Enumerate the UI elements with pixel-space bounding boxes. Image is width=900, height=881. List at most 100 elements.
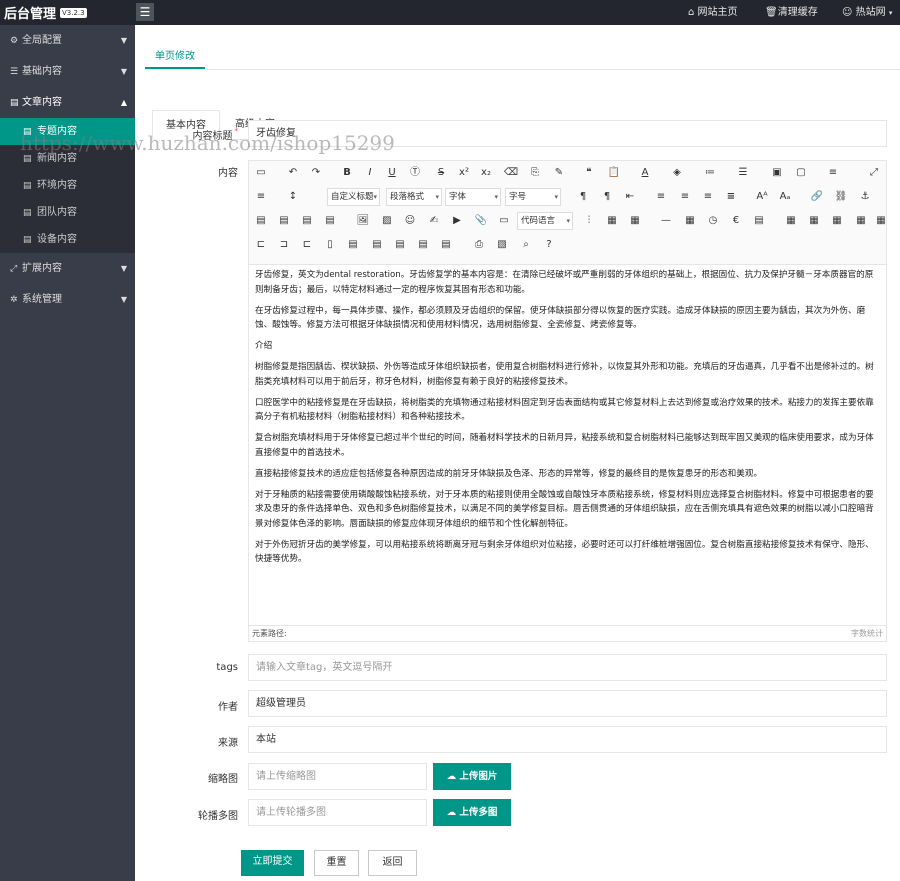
upload-gallery-button[interactable]: ☁ 上传多图 [433,799,511,826]
thumbnail-input[interactable]: 请上传缩略图 [248,763,427,790]
strikethrough-icon[interactable]: S [433,165,449,181]
line-height-icon[interactable]: ↕ [285,189,301,205]
table-props-icon[interactable]: ▤ [438,237,454,253]
user-menu[interactable]: ☺ 热站网 ▾ [842,0,892,25]
time-icon[interactable]: ◷ [705,213,721,229]
author-input[interactable]: 超级管理员 [248,690,887,717]
tags-input[interactable]: 请输入文章tag，英文逗号隔开 [248,654,887,681]
image-none-icon[interactable]: ▤ [253,213,269,229]
insert-col-icon[interactable]: ⊏ [253,237,269,253]
italic-icon[interactable]: I [362,165,378,181]
delete-table-icon[interactable]: ▦ [806,213,822,229]
insert-paragraph-before-table-icon[interactable]: ▦ [829,213,845,229]
delete-col-icon[interactable]: ⊐ [276,237,292,253]
insert-frame-icon[interactable]: ▭ [496,213,512,229]
sidebar-item-topic[interactable]: ▤ 专题内容 [0,118,135,145]
help-icon[interactable]: ? [541,237,557,253]
insert-video-icon[interactable]: ▶ [449,213,465,229]
split-cells-icon[interactable]: ▤ [369,237,385,253]
row-spacing-top-icon[interactable]: ≡ [253,189,269,205]
submit-button[interactable]: 立即提交 [241,850,304,876]
preview-icon[interactable]: ▧ [494,237,510,253]
scrawl-icon[interactable]: ✍ [426,213,442,229]
font-family-select[interactable]: 字体 ▾ [445,188,501,206]
date-icon[interactable]: ▦ [682,213,698,229]
lowercase-icon[interactable]: Aₐ [777,189,793,205]
unlink-icon[interactable]: ⛓ [833,189,849,205]
bold-icon[interactable]: B [339,165,355,181]
image-center-icon[interactable]: ▤ [322,213,338,229]
code-language-select[interactable]: 代码语言 ▾ [517,212,573,230]
sidebar-menu-system[interactable]: ✲ 系统管理 ▼ [0,284,135,315]
simple-upload-icon[interactable]: 🖼 [355,213,371,229]
reset-button[interactable]: 重置 [314,850,359,876]
special-chars-icon[interactable]: € [728,213,744,229]
emotion-icon[interactable]: ☺ [402,213,418,229]
background-color-icon[interactable]: ◈ [669,165,685,181]
fullscreen-icon[interactable]: ⤢ [866,165,882,181]
ordered-list-icon[interactable]: ≔ [702,165,718,181]
page-break-icon[interactable]: ⫶ [581,213,597,229]
ltr-icon[interactable]: ¶ [575,189,591,205]
clear-doc-icon[interactable]: ▢ [793,165,809,181]
merge-down-icon[interactable]: ▤ [345,237,361,253]
superscript-icon[interactable]: x² [456,165,472,181]
custom-title-select[interactable]: 自定义标题 ▾ [327,188,380,206]
search-replace-icon[interactable]: ⌕ [518,237,534,253]
delete-row-icon[interactable]: ▦ [876,213,886,229]
sidebar-item-device[interactable]: ▤ 设备内容 [0,226,135,253]
background-icon[interactable]: ▦ [627,213,643,229]
merge-cells-icon[interactable]: ⊏ [299,237,315,253]
home-link[interactable]: ⌂ 网站主页 [688,0,738,25]
insert-image-icon[interactable]: ▨ [379,213,395,229]
paragraph-format-select[interactable]: 段落格式 ▾ [386,188,442,206]
rich-text-editor[interactable]: ▭ ↶ ↷ B I U Ⓣ S x² x₂ ⌫ ⎘ ✎ ❝ 📋 A ◈ ≔ ☰ … [248,160,887,642]
gallery-input[interactable]: 请上传轮播多图 [248,799,427,826]
insert-row-icon[interactable]: ▦ [853,213,869,229]
print-icon[interactable]: ⎙ [471,237,487,253]
sidebar-menu-basic[interactable]: ☰ 基础内容 ▼ [0,56,135,87]
merge-right-icon[interactable]: ▯ [322,237,338,253]
rtl-icon[interactable]: ¶ [599,189,615,205]
font-size-select[interactable]: 字号 ▾ [505,188,561,206]
title-input[interactable]: 牙齿修复 [248,120,887,147]
menu-toggle-button[interactable]: ☰ [136,3,154,21]
link-icon[interactable]: 🔗 [809,189,825,205]
subscript-icon[interactable]: x₂ [478,165,494,181]
anchor-icon[interactable]: ⚓ [857,189,873,205]
sidebar-item-environment[interactable]: ▤ 环境内容 [0,172,135,199]
image-right-icon[interactable]: ▤ [299,213,315,229]
source-icon[interactable]: ▭ [253,165,269,181]
blockquote-icon[interactable]: ❝ [581,165,597,181]
sidebar-item-news[interactable]: ▤ 新闻内容 [0,145,135,172]
auto-format-icon[interactable]: ✎ [551,165,567,181]
editor-body[interactable]: 牙齿修复，英文为dental restoration。牙齿修复学的基本内容是：在… [249,265,886,625]
undo-icon[interactable]: ↶ [285,165,301,181]
image-left-icon[interactable]: ▤ [276,213,292,229]
unordered-list-icon[interactable]: ☰ [735,165,751,181]
border-icon[interactable]: Ⓣ [407,165,423,181]
upload-image-button[interactable]: ☁ 上传图片 [433,763,511,790]
split-rows-icon[interactable]: ▤ [392,237,408,253]
align-right-icon[interactable]: ≡ [700,189,716,205]
sidebar-menu-global[interactable]: ⚙ 全局配置 ▼ [0,25,135,56]
paste-plain-icon[interactable]: 📋 [606,165,622,181]
indent-icon[interactable]: ⇤ [622,189,638,205]
wordimage-icon[interactable]: ▤ [751,213,767,229]
back-button[interactable]: 返回 [368,850,417,876]
align-center-icon[interactable]: ≡ [677,189,693,205]
uppercase-icon[interactable]: Aᴬ [754,189,770,205]
font-color-icon[interactable]: A [637,165,653,181]
clear-cache-link[interactable]: 🗑清理缓存 [765,0,818,25]
brand[interactable]: 后台管理 V3.2.3 [0,0,135,25]
sidebar-menu-article[interactable]: ▤ 文章内容 ▲ [0,87,135,118]
horizontal-rule-icon[interactable]: — [658,213,674,229]
sidebar-item-team[interactable]: ▤ 团队内容 [0,199,135,226]
attachment-icon[interactable]: 📎 [473,213,489,229]
eraser-icon[interactable]: ⌫ [503,165,519,181]
source-input[interactable]: 本站 [248,726,887,753]
tab-page-edit[interactable]: 单页修改 [145,45,205,69]
align-left-icon[interactable]: ≡ [653,189,669,205]
align-justify-icon[interactable]: ≡ [723,189,739,205]
sidebar-menu-extend[interactable]: ⤢ 扩展内容 ▼ [0,253,135,284]
